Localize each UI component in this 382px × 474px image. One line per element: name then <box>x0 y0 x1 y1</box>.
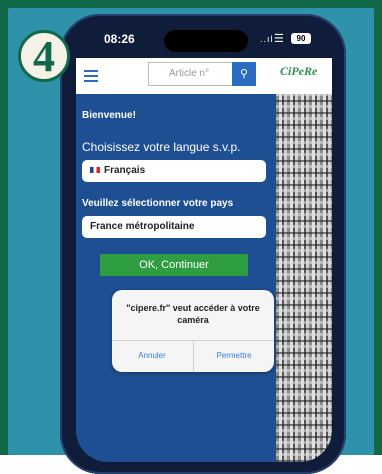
status-bar: 08:26 ..ıl ☰ 90 <box>76 22 332 58</box>
search-icon[interactable]: ⚲ <box>232 62 256 86</box>
side-menu: Bienvenue! Choisissez votre langue s.v.p… <box>76 94 276 462</box>
status-time: 08:26 <box>104 32 135 46</box>
camera-preview <box>276 94 332 462</box>
country-select[interactable]: France métropolitaine <box>82 216 266 238</box>
cancel-button[interactable]: Annuler <box>112 340 192 372</box>
battery-icon: 90 <box>291 33 311 44</box>
article-search-input[interactable]: Article n° <box>148 62 232 86</box>
allow-button[interactable]: Permettre <box>194 340 274 372</box>
hamburger-icon[interactable] <box>84 70 98 82</box>
signal-icon: ..ıl <box>260 34 274 44</box>
cipere-logo[interactable]: CiPeRe <box>280 64 317 79</box>
country-value: France métropolitaine <box>90 221 195 232</box>
ok-continue-button[interactable]: OK, Continuer <box>100 254 248 276</box>
wifi-icon: ☰ <box>274 33 284 45</box>
language-label: Choisissez votre langue s.v.p. <box>82 140 241 154</box>
language-select[interactable]: Français <box>82 160 266 182</box>
dialog-message: "cipere.fr" veut accéder à votre caméra <box>126 303 260 325</box>
site-header: Article n° ⚲ CiPeRe <box>76 58 332 94</box>
welcome-text: Bienvenue! <box>82 110 136 121</box>
step-number-badge: 4 <box>18 30 70 82</box>
dynamic-island <box>164 30 248 52</box>
flag-france-icon <box>90 167 100 174</box>
camera-permission-dialog: "cipere.fr" veut accéder à votre caméra … <box>112 290 274 372</box>
phone-screen: 08:26 ..ıl ☰ 90 Article n° ⚲ CiPeRe Bien… <box>76 22 332 462</box>
language-value: Français <box>104 165 146 176</box>
country-label: Veuillez sélectionner votre pays <box>82 198 234 209</box>
